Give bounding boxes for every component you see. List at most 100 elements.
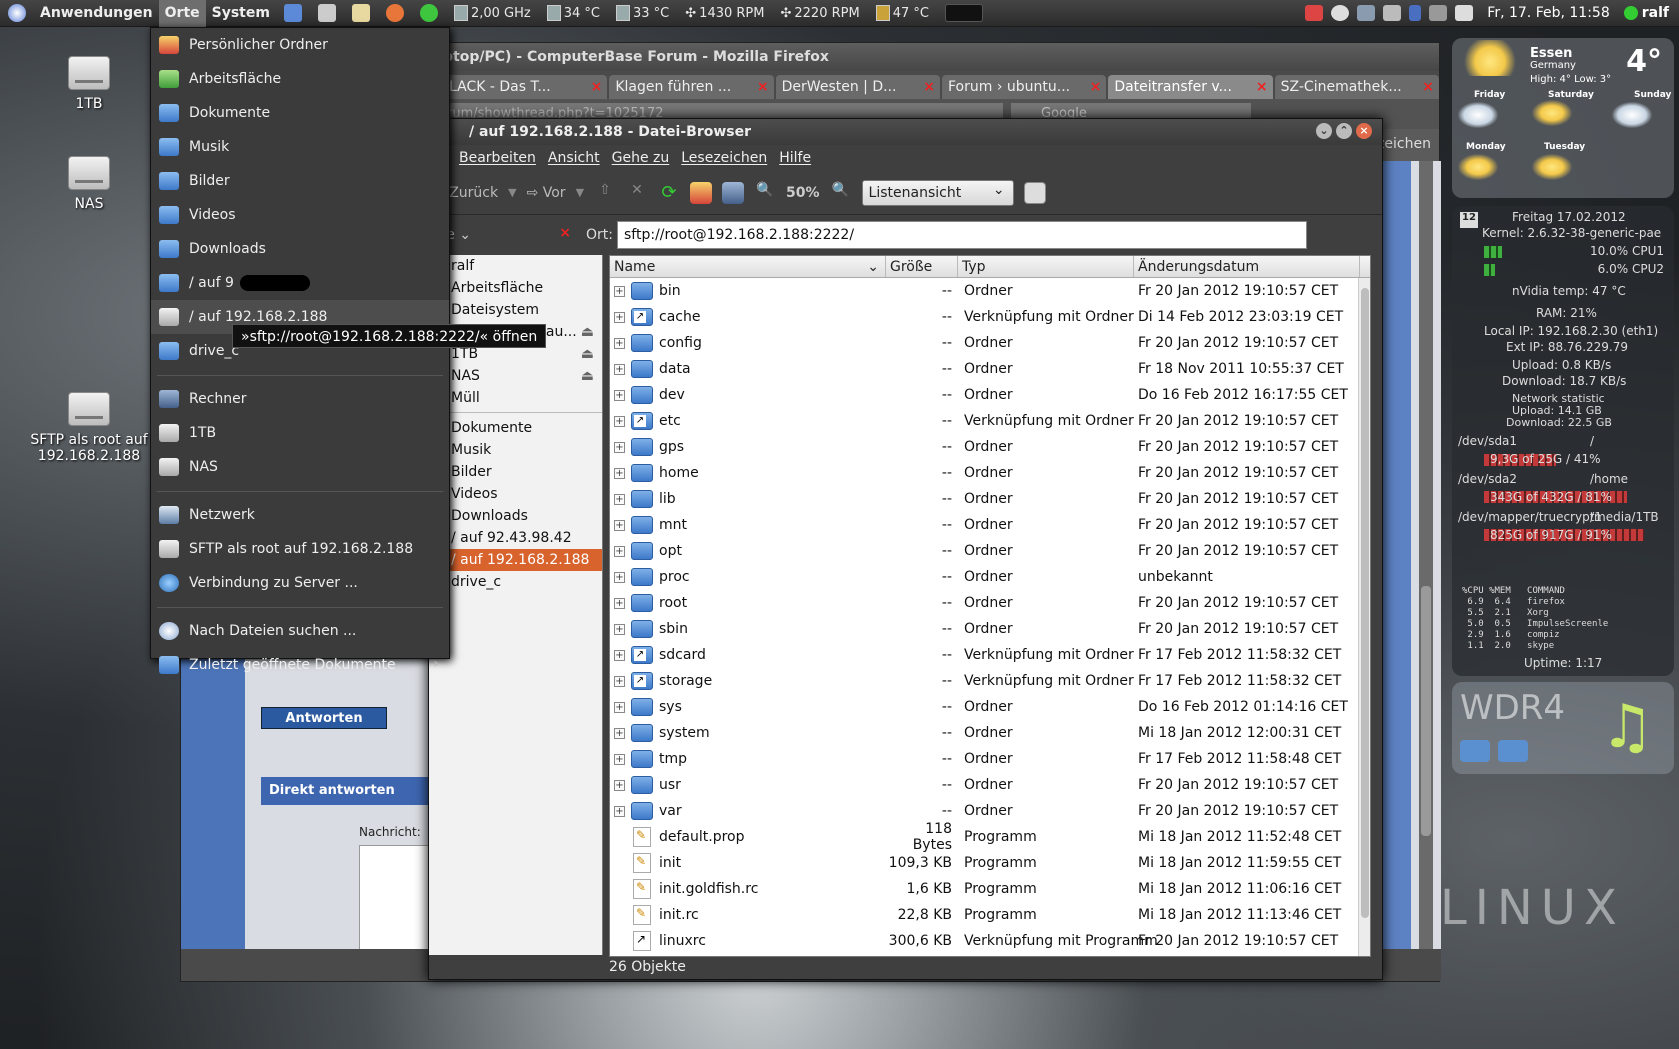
eject-icon[interactable]: ⏏ xyxy=(581,321,594,343)
file-row[interactable]: + etc -- Verknüpfung mit OrdnerFr 20 Jan 20… xyxy=(610,408,1370,434)
file-row[interactable]: + tmp -- Ordner Fr 17 Feb 2012 11:58:48 CET xyxy=(610,746,1370,772)
sidebar-item[interactable]: drive_c xyxy=(429,571,602,593)
places-menu-item[interactable]: SFTP als root auf 192.168.2.188 xyxy=(151,532,449,566)
column-type[interactable]: Typ xyxy=(958,256,1134,277)
file-row[interactable]: init 109,3 KB Programm Mi 18 Jan 2012 11:59… xyxy=(610,850,1370,876)
expand-icon[interactable]: + xyxy=(614,727,625,739)
places-menu-item[interactable]: Nach Dateien suchen ... xyxy=(151,614,449,648)
location-input[interactable]: sftp://root@192.168.2.188:2222/ xyxy=(617,221,1307,249)
search-icon[interactable] xyxy=(1023,181,1046,204)
expand-icon[interactable]: + xyxy=(614,389,625,401)
mail-icon[interactable] xyxy=(1455,5,1474,21)
expand-icon[interactable]: + xyxy=(614,467,625,479)
places-menu-item[interactable]: 1TB xyxy=(151,416,449,450)
bluetooth-icon[interactable] xyxy=(1409,5,1422,21)
file-row[interactable]: + lib -- Ordner Fr 20 Jan 2012 19:10:57 CET xyxy=(610,486,1370,512)
up-arrow-icon[interactable]: ⇧ xyxy=(594,182,616,204)
stop-icon[interactable] xyxy=(1498,740,1528,762)
file-row[interactable]: + system -- Ordner Mi 18 Jan 2012 12:00:31 C… xyxy=(610,720,1370,746)
close-tab-icon[interactable]: × xyxy=(591,75,603,99)
places-menu-item[interactable]: Musik xyxy=(151,130,449,164)
status-green-icon[interactable] xyxy=(419,4,438,22)
places-menu-item[interactable]: Downloads xyxy=(151,232,449,266)
zoom-level[interactable]: 50% xyxy=(786,185,820,201)
file-row[interactable]: + storage -- Verknüpfung mit OrdnerFr 17 Fe… xyxy=(610,668,1370,694)
expand-icon[interactable]: + xyxy=(614,805,625,817)
desktop-icon-nas[interactable]: NAS xyxy=(24,156,154,212)
stop-icon[interactable]: ✕ xyxy=(626,182,648,204)
column-size[interactable]: Größe xyxy=(886,256,958,277)
file-row[interactable]: + mnt -- Ordner Fr 20 Jan 2012 19:10:57 CET xyxy=(610,512,1370,538)
file-row[interactable]: + opt -- Ordner Fr 20 Jan 2012 19:10:57 CET xyxy=(610,538,1370,564)
ubuntu-logo-icon[interactable] xyxy=(8,4,26,22)
expand-icon[interactable]: + xyxy=(614,545,625,557)
maximize-icon[interactable]: ⌃ xyxy=(1336,123,1352,139)
file-row[interactable]: + sdcard -- Verknüpfung mit OrdnerFr 17 Feb… xyxy=(610,642,1370,668)
tray-icon[interactable] xyxy=(1331,5,1350,21)
close-tab-icon[interactable]: × xyxy=(1256,75,1268,99)
file-row[interactable]: + sys -- Ordner Do 16 Feb 2012 01:14:16 CET xyxy=(610,694,1370,720)
expand-icon[interactable]: + xyxy=(614,441,625,453)
menu-orte[interactable]: Orte xyxy=(158,0,206,27)
sidebar-item[interactable]: Musik xyxy=(429,439,602,461)
clock[interactable]: Fr, 17. Feb, 11:58 xyxy=(1487,5,1609,21)
forward-button[interactable]: ⇨ Vor xyxy=(527,185,566,201)
expand-icon[interactable]: + xyxy=(614,337,625,349)
places-menu-item[interactable]: Persönlicher Ordner xyxy=(151,28,449,62)
places-menu-item[interactable]: Verbindung zu Server ... xyxy=(151,566,449,600)
file-row[interactable]: + cache -- Verknüpfung mit OrdnerDi 14 Feb … xyxy=(610,304,1370,330)
browser-tab[interactable]: LACK - Das T... × xyxy=(443,75,608,99)
places-menu-item[interactable]: Netzwerk xyxy=(151,498,449,532)
reload-icon[interactable]: ⟳ xyxy=(658,182,680,204)
expand-icon[interactable]: + xyxy=(614,779,625,791)
places-menu-item[interactable]: Arbeitsfläche xyxy=(151,62,449,96)
sidebar-item[interactable]: / auf 92.43.98.42 xyxy=(429,527,602,549)
browser-tab[interactable]: SZ-Cinemathek... × xyxy=(1274,75,1439,99)
eject-icon[interactable]: ⏏ xyxy=(581,365,594,387)
file-row[interactable]: + dev -- Ordner Do 16 Feb 2012 16:17:55 CET xyxy=(610,382,1370,408)
column-date[interactable]: Änderungsdatum xyxy=(1134,256,1360,277)
sidebar-item[interactable]: ralf xyxy=(429,255,602,277)
sidebar-item[interactable]: / auf 192.168.2.188 xyxy=(429,549,602,571)
zoom-in-icon[interactable]: 🔍 xyxy=(830,182,852,204)
expand-icon[interactable]: + xyxy=(614,519,625,531)
sidebar-item[interactable]: Dateisystem xyxy=(429,299,602,321)
back-history-dropdown[interactable]: ▼ xyxy=(508,186,516,199)
places-menu-item[interactable]: Rechner xyxy=(151,382,449,416)
browser-tab[interactable]: Klagen führen ... × xyxy=(609,75,774,99)
menu-bearbeiten[interactable]: Bearbeiten xyxy=(459,150,536,166)
expand-icon[interactable]: + xyxy=(614,701,625,713)
close-tab-icon[interactable]: × xyxy=(1422,75,1434,99)
home-icon[interactable] xyxy=(690,181,713,204)
file-row[interactable]: default.prop 118 Bytes Programm Mi 18 Jan 2… xyxy=(610,821,1370,853)
scrollbar-thumb[interactable] xyxy=(1361,288,1369,918)
close-tab-icon[interactable]: × xyxy=(757,75,769,99)
launcher-icon[interactable] xyxy=(385,4,404,22)
menu-system[interactable]: System xyxy=(206,0,276,27)
expand-icon[interactable]: + xyxy=(614,649,625,661)
sidebar-item[interactable]: Dokumente xyxy=(429,417,602,439)
places-menu-item[interactable]: Zuletzt geöffnete Dokumente › xyxy=(151,648,449,682)
menu-ansicht[interactable]: Ansicht xyxy=(548,150,600,166)
expand-icon[interactable]: + xyxy=(614,493,625,505)
file-row[interactable]: + bin -- Ordner Fr 20 Jan 2012 19:10:57 CET xyxy=(610,278,1370,304)
sidebar-item[interactable]: Arbeitsfläche xyxy=(429,277,602,299)
editor-launcher-icon[interactable] xyxy=(351,4,370,22)
file-row[interactable]: init.rc 22,8 KB Programm Mi 18 Jan 2012 11:… xyxy=(610,902,1370,928)
scrollbar-thumb[interactable] xyxy=(1421,586,1431,836)
launcher-icon[interactable] xyxy=(317,4,336,22)
file-row[interactable]: init.goldfish.rc 1,6 KB Programm Mi 18 Jan … xyxy=(610,876,1370,902)
close-tab-icon[interactable]: × xyxy=(1090,75,1102,99)
file-row[interactable]: linuxrc 300,6 KB Verknüpfung mit ProgrammF… xyxy=(610,928,1370,954)
expand-icon[interactable]: + xyxy=(614,363,625,375)
places-menu-item[interactable]: NAS xyxy=(151,450,449,484)
sidebar-item[interactable]: Downloads xyxy=(429,505,602,527)
sidebar-item[interactable]: NAS ⏏ xyxy=(429,365,602,387)
expand-icon[interactable]: + xyxy=(614,753,625,765)
expand-icon[interactable]: + xyxy=(614,597,625,609)
column-name[interactable]: Name ⌄ xyxy=(610,256,886,277)
expand-icon[interactable]: + xyxy=(614,311,625,323)
close-tab-icon[interactable]: × xyxy=(923,75,935,99)
forward-history-dropdown[interactable]: ▼ xyxy=(576,186,584,199)
file-row[interactable]: + home -- Ordner Fr 20 Jan 2012 19:10:57 CET xyxy=(610,460,1370,486)
